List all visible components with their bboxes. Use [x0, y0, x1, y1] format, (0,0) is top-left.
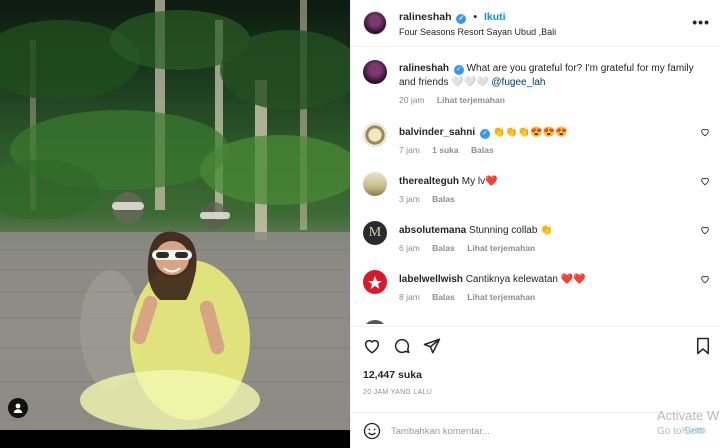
commenter-avatar[interactable]: M: [363, 221, 387, 245]
comment-text: Cantiknya kelewatan ❤️❤️: [465, 274, 586, 285]
bookmark-icon[interactable]: [695, 337, 711, 355]
comment-meta: 3 jam Balas: [399, 194, 465, 204]
caption-mention[interactable]: @fugee_lah: [491, 77, 545, 88]
caption-time: 20 jam: [399, 95, 425, 105]
see-translation-link[interactable]: Lihat terjemahan: [437, 95, 505, 105]
comment-meta: 8 jam Balas Lihat terjemahan: [399, 292, 545, 302]
see-translation-link[interactable]: Lihat terjemahan: [467, 243, 535, 253]
brand-logo-icon: [368, 276, 382, 289]
comment-text: My lv❤️: [461, 176, 498, 187]
verified-badge-icon: ✓: [456, 14, 467, 24]
reply-link[interactable]: Balas: [432, 194, 455, 204]
see-translation-link[interactable]: Lihat terjemahan: [467, 292, 535, 302]
author-line: ralineshah ✓ • Ikuti: [399, 11, 506, 24]
comment-body: labelwellwish Cantiknya kelewatan ❤️❤️: [399, 273, 694, 287]
commenter-avatar[interactable]: [363, 172, 387, 196]
author-avatar[interactable]: [363, 11, 387, 35]
heart-icon[interactable]: [700, 274, 710, 284]
comment-body: absolutemana Stunning collab 👏: [399, 224, 694, 238]
add-comment-input[interactable]: [391, 421, 661, 441]
user-tag-button[interactable]: [8, 398, 28, 418]
author-username[interactable]: ralineshah: [399, 11, 452, 23]
reply-link[interactable]: Balas: [471, 145, 494, 155]
reply-link[interactable]: Balas: [432, 243, 455, 253]
commenter-username[interactable]: labelwellwish: [399, 274, 463, 285]
heart-icon[interactable]: [700, 176, 710, 186]
user-tag-icon: [13, 403, 23, 413]
commenter-username[interactable]: balvinder_sahni: [399, 127, 475, 138]
emoji-icon[interactable]: [363, 422, 381, 440]
more-options-icon[interactable]: •••: [692, 14, 710, 30]
verified-badge-icon: ✓: [453, 65, 464, 75]
comment-text: 👏👏👏😍😍😍: [492, 127, 568, 138]
likes-count[interactable]: 12,447 suka: [363, 369, 422, 381]
heart-icon[interactable]: [700, 225, 710, 235]
comments-list[interactable]: ralineshah ✓ What are you grateful for? …: [351, 48, 720, 324]
reply-link[interactable]: Balas: [432, 292, 455, 302]
comment-time: 3 jam: [399, 194, 420, 204]
photo-illustration: [0, 0, 350, 430]
comment-meta: 6 jam Balas Lihat terjemahan: [399, 243, 545, 253]
post-timestamp[interactable]: 20 JAM YANG LALU: [363, 389, 432, 396]
commenter-avatar[interactable]: [363, 123, 387, 147]
commenter-avatar[interactable]: [363, 320, 387, 324]
post-header: ralineshah ✓ • Ikuti Four Seasons Resort…: [351, 0, 720, 47]
commenter-avatar[interactable]: [363, 270, 387, 294]
comment-time: 6 jam: [399, 243, 420, 253]
heart-icon[interactable]: [700, 127, 710, 137]
share-icon[interactable]: [423, 337, 441, 355]
post-details-panel: ralineshah ✓ • Ikuti Four Seasons Resort…: [350, 0, 720, 448]
author-avatar[interactable]: [363, 60, 387, 84]
separator-dot: •: [473, 11, 478, 23]
like-heart-icon[interactable]: [363, 337, 381, 355]
comment-icon[interactable]: [393, 337, 411, 355]
comment-time: 8 jam: [399, 292, 420, 302]
verified-badge-icon: ✓: [479, 129, 490, 139]
post-location[interactable]: Four Seasons Resort Sayan Ubud ,Bali: [399, 27, 556, 37]
add-comment-bar: Kirim: [351, 412, 720, 448]
post-actions: 12,447 suka 20 JAM YANG LALU: [351, 326, 720, 412]
comment-meta: 7 jam 1 suka Balas: [399, 145, 504, 155]
comment-body: balvinder_sahni ✓ 👏👏👏😍😍😍: [399, 126, 694, 140]
post-comment-button[interactable]: Kirim: [682, 425, 706, 436]
commenter-username[interactable]: absolutemana: [399, 225, 466, 236]
caption-meta: 20 jam Lihat terjemahan: [399, 95, 515, 105]
caption-username[interactable]: ralineshah: [399, 63, 449, 74]
commenter-username[interactable]: therealteguh: [399, 176, 459, 187]
comment-likes[interactable]: 1 suka: [432, 145, 458, 155]
post-media: [0, 0, 350, 448]
comment-text: Stunning collab 👏: [469, 225, 553, 236]
caption-body: ralineshah ✓ What are you grateful for? …: [399, 62, 694, 90]
post-photo[interactable]: [0, 0, 350, 430]
comment-time: 7 jam: [399, 145, 420, 155]
comment-body: therealteguh My lv❤️: [399, 175, 694, 189]
follow-button[interactable]: Ikuti: [484, 11, 506, 23]
